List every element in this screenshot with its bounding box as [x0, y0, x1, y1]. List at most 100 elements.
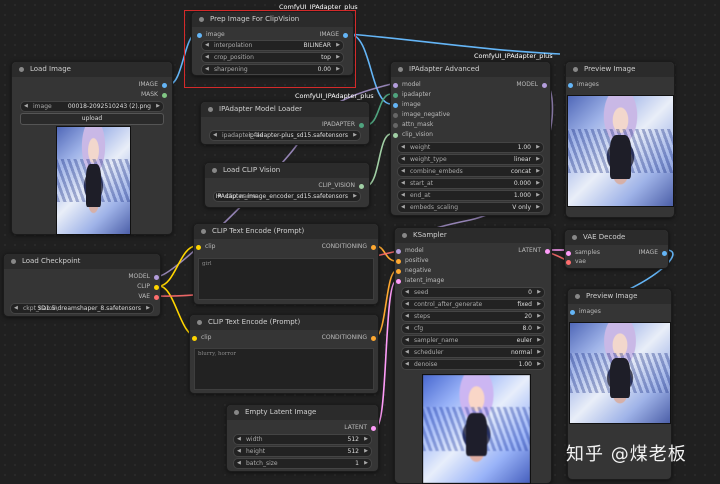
clip-vision-socket-icon[interactable]: [393, 132, 398, 138]
steps-number[interactable]: ◀ steps 20 ▶: [401, 311, 545, 322]
arrow-right-icon[interactable]: ▶: [537, 300, 541, 309]
arrow-right-icon[interactable]: ▶: [537, 360, 541, 369]
arrow-left-icon[interactable]: ◀: [405, 360, 409, 369]
height-number[interactable]: ◀ height 512 ▶: [233, 446, 372, 457]
control-after-generate-combo[interactable]: ◀ control_after_generate fixed ▶: [401, 299, 545, 310]
output-conditioning[interactable]: CONDITIONING: [322, 243, 376, 250]
output-model[interactable]: MODEL: [128, 273, 159, 280]
input-clip[interactable]: clip: [196, 243, 215, 250]
output-ipadapter[interactable]: IPADAPTER: [322, 121, 364, 128]
output-model[interactable]: MODEL: [516, 81, 547, 88]
input-images[interactable]: images: [568, 81, 599, 88]
cfg-number[interactable]: ◀ cfg 8.0 ▶: [401, 323, 545, 334]
image-socket-icon[interactable]: [393, 102, 398, 108]
image-socket-icon[interactable]: [662, 250, 667, 256]
arrow-right-icon[interactable]: ▶: [536, 155, 540, 164]
arrow-left-icon[interactable]: ◀: [405, 348, 409, 357]
node-title[interactable]: CLIP Text Encode (Prompt): [194, 224, 378, 239]
arrow-right-icon[interactable]: ▶: [537, 324, 541, 333]
arrow-left-icon[interactable]: ◀: [237, 447, 241, 456]
arrow-left-icon[interactable]: ◀: [24, 102, 28, 111]
weight-number[interactable]: ◀ weight 1.00 ▶: [397, 142, 544, 153]
arrow-left-icon[interactable]: ◀: [401, 167, 405, 176]
conditioning-socket-icon[interactable]: [396, 268, 401, 274]
arrow-right-icon[interactable]: ▶: [536, 191, 540, 200]
arrow-right-icon[interactable]: ▶: [537, 288, 541, 297]
node-title[interactable]: IPAdapter Advanced: [391, 62, 550, 77]
clip-text-encode-positive-node[interactable]: CLIP Text Encode (Prompt) clip CONDITION…: [193, 223, 379, 305]
output-clip[interactable]: CLIP: [137, 283, 159, 290]
output-image[interactable]: IMAGE: [139, 81, 167, 88]
arrow-right-icon[interactable]: ▶: [536, 143, 540, 152]
input-vae[interactable]: vae: [566, 258, 586, 265]
embeds-scaling-combo[interactable]: ◀ embeds_scaling V only ▶: [397, 202, 544, 213]
image-socket-icon[interactable]: [570, 309, 575, 315]
output-clip-vision[interactable]: CLIP_VISION: [318, 182, 364, 189]
sampler-name-combo[interactable]: ◀ sampler_name euler ▶: [401, 335, 545, 346]
seed-number[interactable]: ◀ seed 0 ▶: [401, 287, 545, 298]
image-socket-icon[interactable]: [568, 82, 573, 88]
arrow-right-icon[interactable]: ▶: [536, 167, 540, 176]
output-conditioning[interactable]: CONDITIONING: [322, 334, 376, 341]
conditioning-socket-icon[interactable]: [371, 335, 376, 341]
arrow-right-icon[interactable]: ▶: [537, 336, 541, 345]
model-socket-icon[interactable]: [396, 248, 401, 254]
input-ipadapter[interactable]: ipadapter: [393, 91, 431, 98]
batch-size-number[interactable]: ◀ batch_size 1 ▶: [233, 458, 372, 469]
mask-socket-icon[interactable]: [393, 122, 398, 128]
ipadapter-file-combo[interactable]: ◀ ipadapter_file ip-adapter-plus_sd15.safe…: [209, 130, 361, 141]
conditioning-socket-icon[interactable]: [396, 258, 401, 264]
arrow-right-icon[interactable]: ▶: [537, 312, 541, 321]
ipadapter-loader-node[interactable]: IPAdapter Model Loader IPADAPTER ◀ ipadap…: [200, 101, 370, 145]
clip-socket-icon[interactable]: [154, 284, 159, 290]
latent-socket-icon[interactable]: [396, 278, 401, 284]
ipadapter-advanced-node[interactable]: IPAdapter Advanced model ipadapter image…: [390, 61, 551, 216]
image-socket-icon[interactable]: [393, 112, 398, 118]
output-latent[interactable]: LATENT: [344, 424, 376, 431]
arrow-left-icon[interactable]: ◀: [14, 304, 18, 313]
node-title[interactable]: VAE Decode: [565, 230, 668, 245]
node-title[interactable]: IPAdapter Model Loader: [201, 102, 369, 117]
input-clip-vision[interactable]: clip_vision: [393, 131, 433, 138]
node-title[interactable]: Empty Latent Image: [227, 405, 378, 420]
arrow-right-icon[interactable]: ▶: [364, 459, 368, 468]
arrow-right-icon[interactable]: ▶: [364, 447, 368, 456]
load-image-node[interactable]: Load Image IMAGE MASK ◀ image 00018-209251…: [11, 61, 173, 235]
model-socket-icon[interactable]: [393, 82, 398, 88]
arrow-right-icon[interactable]: ▶: [536, 179, 540, 188]
vae-socket-icon[interactable]: [154, 294, 159, 300]
width-number[interactable]: ◀ width 512 ▶: [233, 434, 372, 445]
weight-type-combo[interactable]: ◀ weight_type linear ▶: [397, 154, 544, 165]
output-image[interactable]: IMAGE: [639, 249, 667, 256]
arrow-right-icon[interactable]: ▶: [146, 304, 150, 313]
output-vae[interactable]: VAE: [138, 293, 159, 300]
vae-decode-node[interactable]: VAE Decode samples vae IMAGE: [564, 229, 669, 269]
ksampler-node[interactable]: KSampler model positive negative latent_…: [394, 227, 552, 484]
arrow-left-icon[interactable]: ◀: [401, 155, 405, 164]
upload-button[interactable]: upload: [20, 113, 164, 125]
node-title[interactable]: Preview Image: [568, 289, 671, 304]
node-title[interactable]: Preview Image: [566, 62, 674, 77]
end-at-number[interactable]: ◀ end_at 1.000 ▶: [397, 190, 544, 201]
clip-vision-socket-icon[interactable]: [359, 183, 364, 189]
input-clip[interactable]: clip: [192, 334, 211, 341]
input-attn-mask[interactable]: attn_mask: [393, 121, 433, 128]
arrow-left-icon[interactable]: ◀: [237, 459, 241, 468]
node-title[interactable]: Load Checkpoint: [4, 254, 160, 269]
latent-socket-icon[interactable]: [371, 425, 376, 431]
input-image-negative[interactable]: image_negative: [393, 111, 450, 118]
preview-image-node-top[interactable]: Preview Image images: [565, 61, 675, 218]
denoise-number[interactable]: ◀ denoise 1.00 ▶: [401, 359, 545, 370]
arrow-right-icon[interactable]: ▶: [364, 435, 368, 444]
ckpt-name-combo[interactable]: ◀ ckpt_name SD1.5\dreamshaper_8.safetensor…: [10, 303, 154, 314]
arrow-left-icon[interactable]: ◀: [405, 312, 409, 321]
input-images[interactable]: images: [570, 308, 601, 315]
latent-socket-icon[interactable]: [545, 248, 550, 254]
node-title[interactable]: CLIP Text Encode (Prompt): [190, 315, 378, 330]
arrow-left-icon[interactable]: ◀: [237, 435, 241, 444]
arrow-left-icon[interactable]: ◀: [213, 131, 217, 140]
latent-socket-icon[interactable]: [566, 250, 571, 256]
arrow-left-icon[interactable]: ◀: [401, 203, 405, 212]
output-mask[interactable]: MASK: [141, 91, 167, 98]
ipadapter-socket-icon[interactable]: [393, 92, 398, 98]
